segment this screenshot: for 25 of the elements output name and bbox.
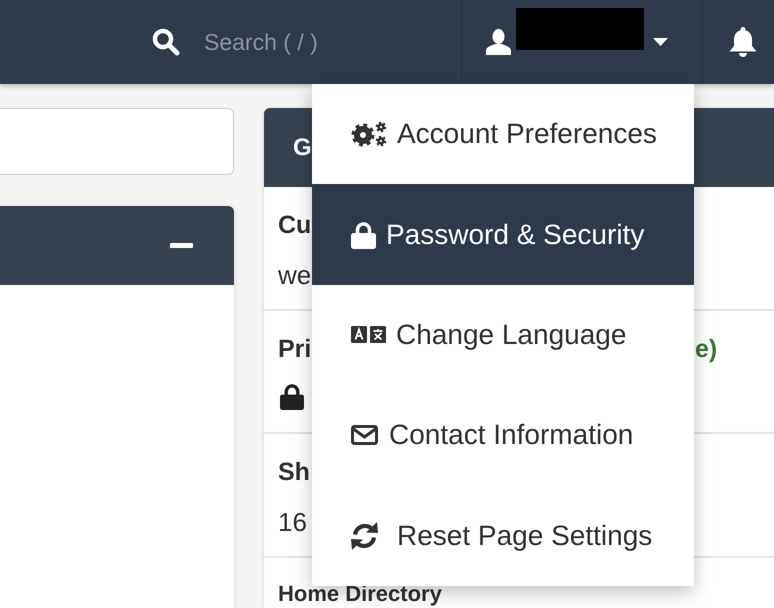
gears-icon [351, 120, 387, 148]
search-field[interactable]: Search ( / ) [204, 22, 434, 62]
menu-item[interactable]: Password & Security [312, 184, 694, 285]
user-icon[interactable] [486, 29, 511, 55]
menu-item[interactable]: Reset Page Settings [312, 486, 694, 586]
lock-icon [351, 220, 376, 249]
menu-item[interactable]: Change Language [312, 284, 694, 386]
lock-icon [280, 382, 304, 411]
field-label: Home Directory [278, 583, 442, 605]
field-label: Pri [278, 334, 312, 365]
language-icon [351, 326, 386, 344]
action-link[interactable]: e) [695, 333, 718, 365]
caret-icon[interactable] [653, 38, 668, 46]
panel-title: G [293, 132, 312, 162]
menu-item[interactable]: Account Preferences [312, 84, 694, 184]
menu-item[interactable]: Contact Information [312, 385, 694, 486]
field-value: 16 [278, 506, 307, 538]
search-icon[interactable] [152, 28, 180, 56]
refresh-icon [351, 522, 378, 550]
bell-icon[interactable] [728, 26, 758, 58]
envelope-icon [351, 425, 378, 446]
field-label: Sh [278, 457, 310, 488]
field-value: we [278, 259, 312, 291]
input-field[interactable] [0, 108, 234, 175]
field-label: Cu [278, 210, 312, 241]
